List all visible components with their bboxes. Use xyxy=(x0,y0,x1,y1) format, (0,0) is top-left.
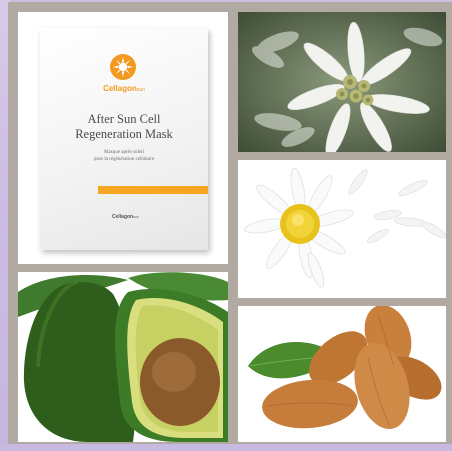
tile-mask-packet: Cellagonsun After Sun Cell Regeneration … xyxy=(18,12,228,264)
title-line-1: After Sun Cell xyxy=(87,112,161,126)
sun-logo-icon xyxy=(110,54,136,80)
title-line-2: Regeneration Mask xyxy=(75,127,173,141)
bottom-brand: Cellagon xyxy=(112,214,134,220)
mask-packet: Cellagonsun After Sun Cell Regeneration … xyxy=(40,28,208,250)
almond-image xyxy=(238,306,446,442)
daisy-image xyxy=(238,160,446,298)
brand-sub: sun xyxy=(136,87,145,93)
edelweiss-image xyxy=(238,12,446,152)
packet-subtitle: Masque après soleil pour la régénération… xyxy=(70,150,178,163)
packet-brand: Cellagonsun xyxy=(40,84,208,93)
tile-almonds xyxy=(238,306,446,442)
avocado-image xyxy=(18,272,228,442)
packet-title: After Sun Cell Regeneration Mask xyxy=(40,112,208,142)
packet-orange-band xyxy=(98,186,208,194)
bottom-brand-sub: sun xyxy=(133,215,139,219)
tile-daisy xyxy=(238,160,446,298)
tile-edelweiss xyxy=(238,12,446,152)
packet-bottom-logo: Cellagonsun xyxy=(112,214,139,220)
bottom-background-strip xyxy=(0,444,452,451)
subtitle-line-2: pour la régénération cellulaire xyxy=(93,156,155,162)
tile-avocado xyxy=(18,272,228,442)
brand-name: Cellagon xyxy=(103,84,137,93)
